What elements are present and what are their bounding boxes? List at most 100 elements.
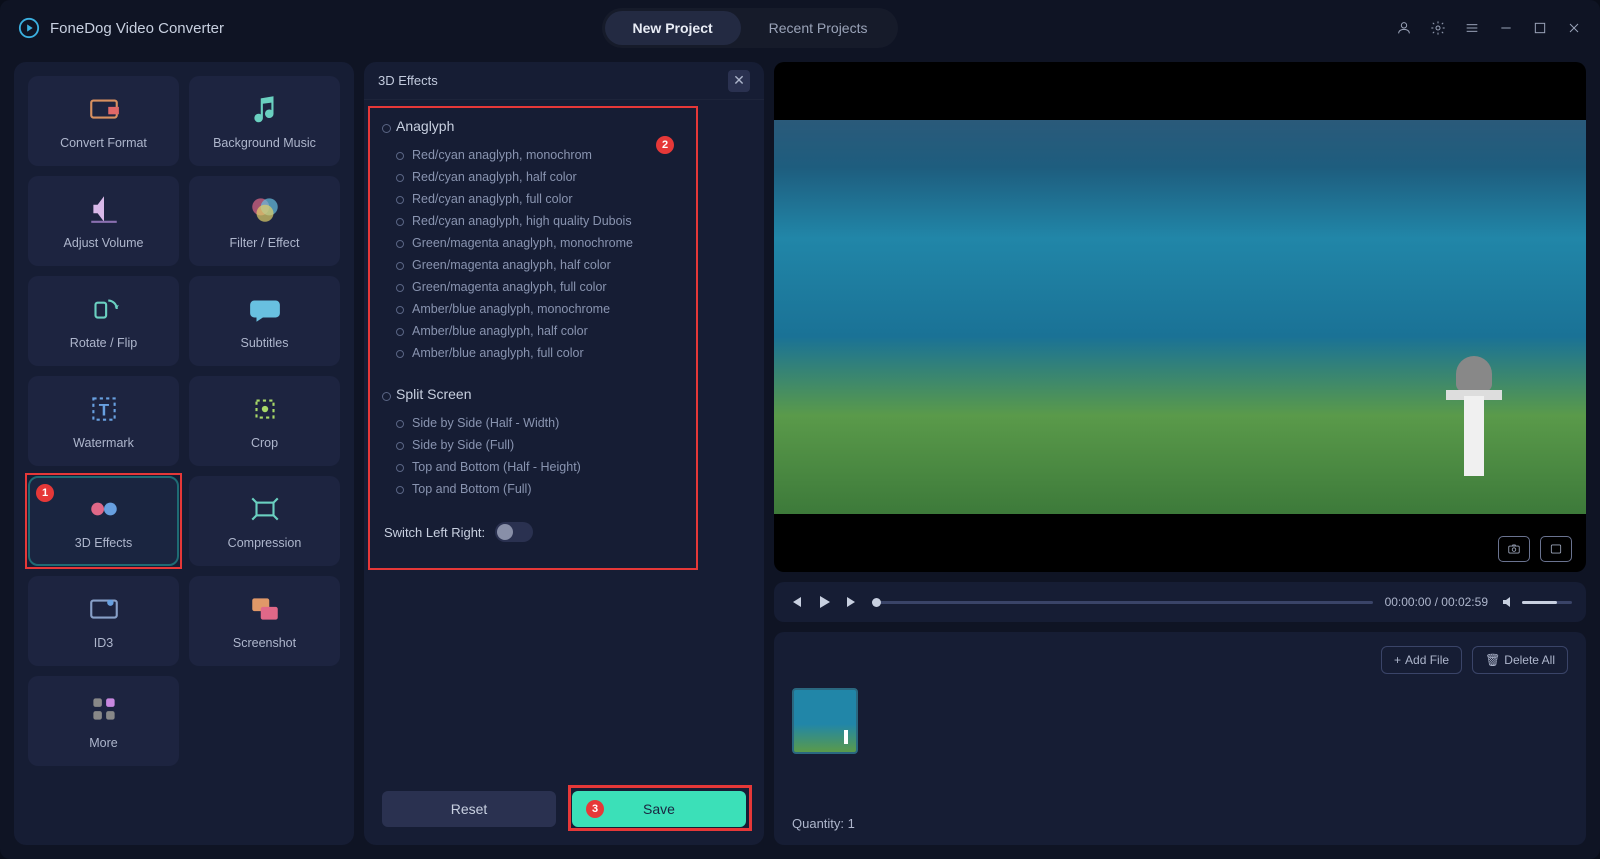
anaglyph-options: Red/cyan anaglyph, monochrom Red/cyan an… xyxy=(384,144,744,364)
option-item[interactable]: Side by Side (Half - Width) xyxy=(384,412,744,434)
settings-icon[interactable] xyxy=(1430,20,1446,36)
window-controls xyxy=(1396,20,1582,36)
group-split-title: Split Screen xyxy=(396,386,744,402)
snapshot-button[interactable] xyxy=(1498,536,1530,562)
add-file-label: Add File xyxy=(1405,653,1449,667)
app-window: FoneDog Video Converter New Project Rece… xyxy=(0,0,1600,859)
option-item[interactable]: Amber/blue anaglyph, monochrome xyxy=(384,298,744,320)
tool-background-music[interactable]: Background Music xyxy=(189,76,340,166)
tool-adjust-volume[interactable]: Adjust Volume xyxy=(28,176,179,266)
option-item[interactable]: Red/cyan anaglyph, full color xyxy=(384,188,744,210)
option-item[interactable]: Green/magenta anaglyph, monochrome xyxy=(384,232,744,254)
tool-label: Filter / Effect xyxy=(230,236,300,250)
close-icon[interactable] xyxy=(1566,20,1582,36)
tool-label: Subtitles xyxy=(241,336,289,350)
trash-icon: 🗑 xyxy=(1485,653,1500,667)
tool-sidebar: Convert Format Background Music Adjust V… xyxy=(14,62,354,845)
crop-icon xyxy=(248,392,282,426)
tool-crop[interactable]: Crop xyxy=(189,376,340,466)
group-anaglyph-title: Anaglyph xyxy=(396,118,744,134)
option-item[interactable]: Amber/blue anaglyph, half color xyxy=(384,320,744,342)
user-icon[interactable] xyxy=(1396,20,1412,36)
switch-row: Switch Left Right: xyxy=(384,522,744,542)
file-actions: +Add File 🗑Delete All xyxy=(792,646,1568,674)
tool-label: Crop xyxy=(251,436,278,450)
option-item[interactable]: Green/magenta anaglyph, half color xyxy=(384,254,744,276)
save-button[interactable]: 3 Save xyxy=(572,791,746,827)
screenshot-icon xyxy=(248,592,282,626)
seek-track[interactable] xyxy=(872,601,1373,604)
app-title: FoneDog Video Converter xyxy=(50,20,224,37)
option-item[interactable]: Side by Side (Full) xyxy=(384,434,744,456)
project-tabs: New Project Recent Projects xyxy=(602,8,899,48)
seek-thumb[interactable] xyxy=(872,598,881,607)
tool-label: Screenshot xyxy=(233,636,296,650)
option-item[interactable]: Amber/blue anaglyph, full color xyxy=(384,342,744,364)
tool-watermark[interactable]: T Watermark xyxy=(28,376,179,466)
tool-label: Rotate / Flip xyxy=(70,336,137,350)
file-area: +Add File 🗑Delete All Quantity: 1 xyxy=(774,632,1586,845)
option-item[interactable]: Red/cyan anaglyph, high quality Dubois xyxy=(384,210,744,232)
reset-button[interactable]: Reset xyxy=(382,791,556,827)
annotation-marker-3: 3 xyxy=(586,800,604,818)
tool-label: ID3 xyxy=(94,636,113,650)
volume-slider[interactable] xyxy=(1522,601,1572,604)
video-preview xyxy=(774,62,1586,572)
main-area: Convert Format Background Music Adjust V… xyxy=(0,56,1600,859)
quantity-value: 1 xyxy=(848,816,855,831)
maximize-icon[interactable] xyxy=(1532,20,1548,36)
panel-title: 3D Effects xyxy=(378,73,438,88)
preview-image xyxy=(774,120,1586,514)
tool-label: More xyxy=(89,736,117,750)
tool-label: 3D Effects xyxy=(75,536,132,550)
tool-more[interactable]: More xyxy=(28,676,179,766)
file-thumbnail[interactable] xyxy=(792,688,858,754)
option-item[interactable]: Green/magenta anaglyph, full color xyxy=(384,276,744,298)
id3-icon xyxy=(87,592,121,626)
time-display: 00:00:00 / 00:02:59 xyxy=(1385,595,1488,609)
option-item[interactable]: Red/cyan anaglyph, monochrom xyxy=(384,144,744,166)
player-bar: 00:00:00 / 00:02:59 xyxy=(774,582,1586,622)
volume-icon[interactable] xyxy=(1500,594,1516,610)
tool-compression[interactable]: Compression xyxy=(189,476,340,566)
tool-id3[interactable]: ID3 xyxy=(28,576,179,666)
annotation-marker-1: 1 xyxy=(36,484,54,502)
minimize-icon[interactable] xyxy=(1498,20,1514,36)
file-thumbnails xyxy=(792,688,1568,754)
volume-control xyxy=(1500,594,1572,610)
more-icon xyxy=(87,692,121,726)
panel-close-button[interactable]: ✕ xyxy=(728,70,750,92)
add-file-button[interactable]: +Add File xyxy=(1381,646,1462,674)
convert-format-icon xyxy=(87,92,121,126)
svg-text:T: T xyxy=(98,400,109,419)
prev-frame-button[interactable] xyxy=(788,594,804,610)
preview-actions xyxy=(1498,536,1572,562)
tab-new-project[interactable]: New Project xyxy=(605,11,741,45)
titlebar: FoneDog Video Converter New Project Rece… xyxy=(0,0,1600,56)
tool-label: Convert Format xyxy=(60,136,147,150)
tool-3d-effects[interactable]: 1 3D Effects xyxy=(28,476,179,566)
option-item[interactable]: Top and Bottom (Half - Height) xyxy=(384,456,744,478)
next-frame-button[interactable] xyxy=(844,594,860,610)
tab-recent-projects[interactable]: Recent Projects xyxy=(741,11,896,45)
play-button[interactable] xyxy=(816,594,832,610)
switch-left-right-toggle[interactable] xyxy=(495,522,533,542)
rotate-icon xyxy=(87,292,121,326)
option-item[interactable]: Top and Bottom (Full) xyxy=(384,478,744,500)
panel-header: 3D Effects ✕ xyxy=(364,62,764,100)
tool-convert-format[interactable]: Convert Format xyxy=(28,76,179,166)
volume-icon xyxy=(87,192,121,226)
tool-label: Adjust Volume xyxy=(64,236,144,250)
tool-subtitles[interactable]: Subtitles xyxy=(189,276,340,366)
tool-screenshot[interactable]: Screenshot xyxy=(189,576,340,666)
subtitles-icon xyxy=(248,292,282,326)
fullscreen-button[interactable] xyxy=(1540,536,1572,562)
tool-filter-effect[interactable]: Filter / Effect xyxy=(189,176,340,266)
right-panel: 00:00:00 / 00:02:59 +Add File 🗑Delete Al… xyxy=(774,62,1586,845)
menu-icon[interactable] xyxy=(1464,20,1480,36)
delete-all-button[interactable]: 🗑Delete All xyxy=(1472,646,1568,674)
lighthouse-graphic xyxy=(1452,356,1496,476)
tool-rotate-flip[interactable]: Rotate / Flip xyxy=(28,276,179,366)
tool-label: Watermark xyxy=(73,436,134,450)
option-item[interactable]: Red/cyan anaglyph, half color xyxy=(384,166,744,188)
